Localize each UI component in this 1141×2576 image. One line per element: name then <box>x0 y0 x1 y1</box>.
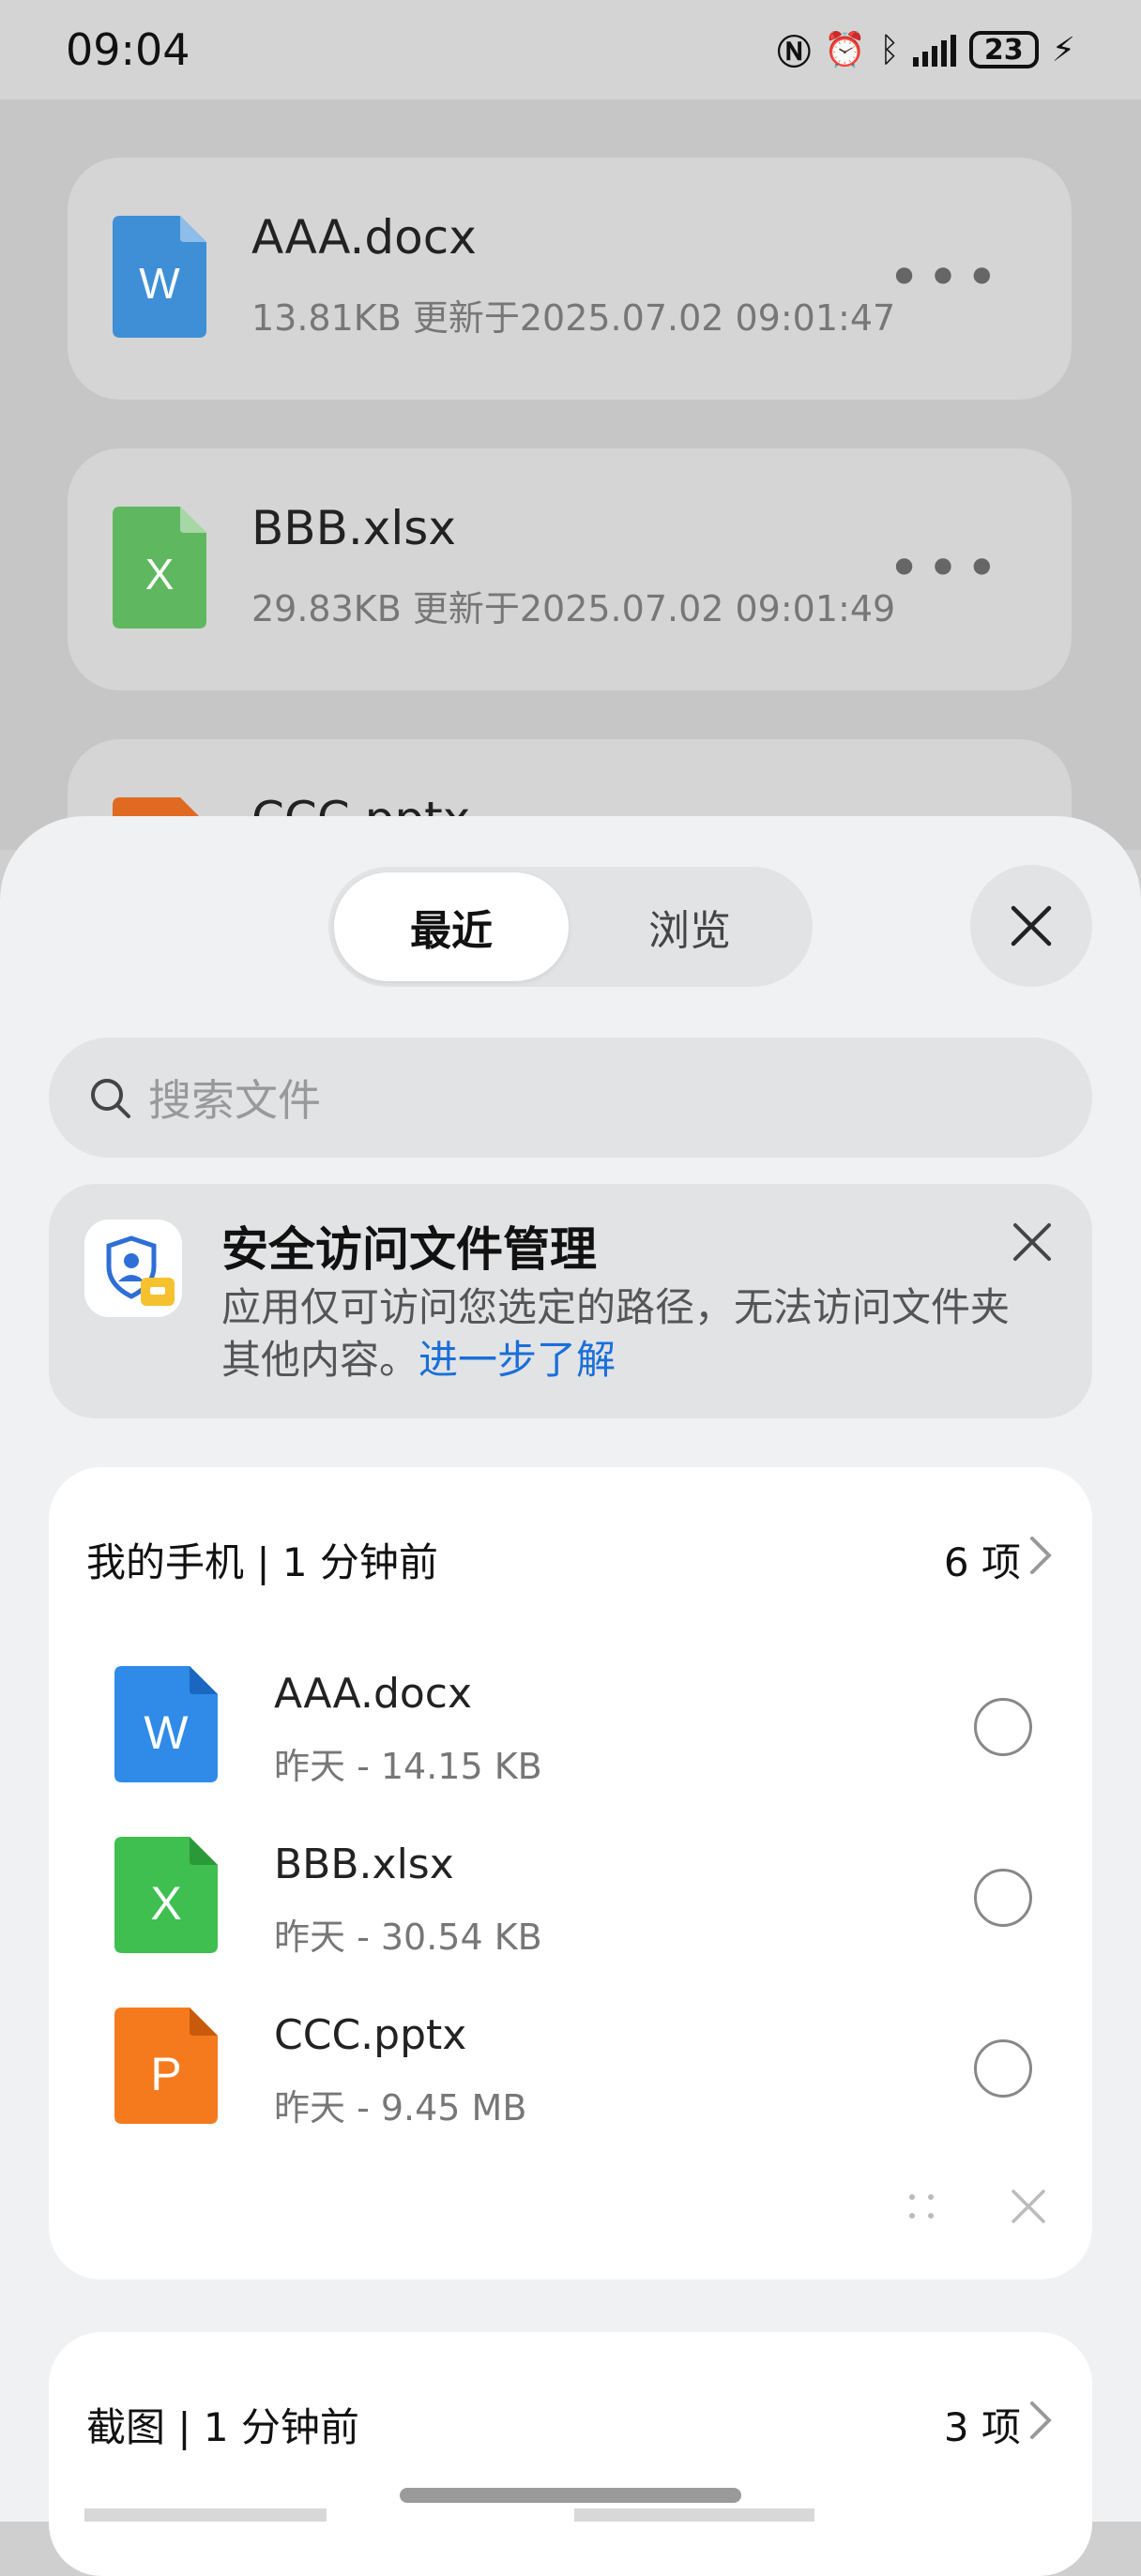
search-icon <box>91 1079 130 1118</box>
card-title[interactable]: 我的手机 | 1 分钟前 <box>86 1531 438 1588</box>
my-phone-card: 我的手机 | 1 分钟前 6 项 W AAA.docx 昨天 - 14.15 K… <box>49 1467 1092 2280</box>
drag-handle-icon[interactable] <box>903 2188 940 2225</box>
chevron-right-icon[interactable] <box>1028 1535 1053 1576</box>
powerpoint-file-icon: P <box>114 2008 218 2124</box>
bg-file-card[interactable]: X BBB.xlsx 29.83KB 更新于2025.07.02 09:01:4… <box>68 448 1072 690</box>
bg-file-meta: 13.81KB 更新于2025.07.02 09:01:47 <box>251 297 896 339</box>
select-radio[interactable] <box>974 1698 1032 1756</box>
file-row[interactable]: X BBB.xlsx 昨天 - 30.54 KB <box>49 1826 1092 1996</box>
card-count[interactable]: 6 项 <box>944 1531 1021 1588</box>
nfc-icon: Ⓝ <box>777 34 812 72</box>
more-icon[interactable]: ••• <box>888 250 1004 306</box>
file-picker-sheet: 最近 浏览 搜索文件 安全访问文件管理 应用仅可访问您选定的路径，无法访问文件夹… <box>0 816 1141 2576</box>
svg-text:X: X <box>150 1877 181 1930</box>
status-bar: 09:04 Ⓝ ⏰ ᛒ 23 ⚡ <box>0 0 1141 99</box>
chevron-right-icon[interactable] <box>1028 2400 1053 2441</box>
bg-file-name: AAA.docx <box>251 210 477 265</box>
svg-text:W: W <box>144 1706 189 1759</box>
security-notice: 安全访问文件管理 应用仅可访问您选定的路径，无法访问文件夹其他内容。进一步了解 <box>49 1184 1092 1418</box>
close-icon <box>1013 1223 1051 1261</box>
segmented-control: 最近 浏览 <box>328 867 813 987</box>
home-indicator[interactable] <box>400 2488 741 2503</box>
file-meta: 昨天 - 30.54 KB <box>274 1917 542 1958</box>
status-icons: Ⓝ ⏰ ᛒ 23 ⚡ <box>777 25 1075 74</box>
bg-file-name: BBB.xlsx <box>251 501 456 555</box>
status-time: 09:04 <box>66 24 190 75</box>
signal-icon <box>912 33 956 67</box>
notice-title: 安全访问文件管理 <box>221 1222 597 1277</box>
select-radio[interactable] <box>974 1869 1032 1927</box>
screenshot-thumbnail[interactable] <box>574 2508 814 2522</box>
file-meta: 昨天 - 14.15 KB <box>274 1746 542 1787</box>
screenshots-card: 截图 | 1 分钟前 3 项 <box>49 2332 1092 2576</box>
notice-body: 应用仅可访问您选定的路径，无法访问文件夹其他内容。进一步了解 <box>221 1281 1010 1386</box>
excel-file-icon: X <box>113 507 206 629</box>
close-button[interactable] <box>970 865 1092 987</box>
svg-text:P: P <box>150 2048 181 2100</box>
file-row[interactable]: W AAA.docx 昨天 - 14.15 KB <box>49 1655 1092 1826</box>
remove-card-icon[interactable] <box>1010 2188 1047 2225</box>
word-file-icon: W <box>113 216 206 338</box>
card-title[interactable]: 截图 | 1 分钟前 <box>86 2396 359 2453</box>
screenshot-thumbnail[interactable] <box>84 2508 327 2522</box>
learn-more-link[interactable]: 进一步了解 <box>418 1337 616 1383</box>
word-file-icon: W <box>114 1666 218 1782</box>
alarm-icon: ⏰ <box>824 31 867 69</box>
file-name: BBB.xlsx <box>274 1841 454 1888</box>
card-count[interactable]: 3 项 <box>944 2396 1021 2453</box>
search-placeholder: 搜索文件 <box>148 1075 321 1126</box>
search-input[interactable]: 搜索文件 <box>49 1038 1092 1158</box>
bluetooth-icon: ᛒ <box>879 30 900 69</box>
bg-file-card[interactable]: W AAA.docx 13.81KB 更新于2025.07.02 09:01:4… <box>68 158 1072 400</box>
background-file-list: W AAA.docx 13.81KB 更新于2025.07.02 09:01:4… <box>0 99 1141 981</box>
battery-icon: 23 <box>968 31 1039 68</box>
excel-file-icon: X <box>114 1837 218 1953</box>
bg-file-meta: 29.83KB 更新于2025.07.02 09:01:49 <box>251 588 896 629</box>
svg-text:X: X <box>145 550 175 599</box>
close-icon <box>1011 905 1052 947</box>
tab-browse[interactable]: 浏览 <box>572 872 807 981</box>
more-icon[interactable]: ••• <box>888 540 1004 597</box>
file-row[interactable]: P CCC.pptx 昨天 - 9.45 MB <box>49 1996 1092 2167</box>
tab-recent[interactable]: 最近 <box>334 872 569 981</box>
charging-icon: ⚡ <box>1051 30 1075 69</box>
file-name: AAA.docx <box>274 1670 473 1718</box>
select-radio[interactable] <box>974 2039 1032 2098</box>
notice-close-button[interactable] <box>1012 1221 1053 1266</box>
file-meta: 昨天 - 9.45 MB <box>274 2087 527 2129</box>
file-name: CCC.pptx <box>274 2011 467 2059</box>
svg-text:W: W <box>139 259 180 308</box>
shield-folder-icon <box>84 1220 182 1317</box>
